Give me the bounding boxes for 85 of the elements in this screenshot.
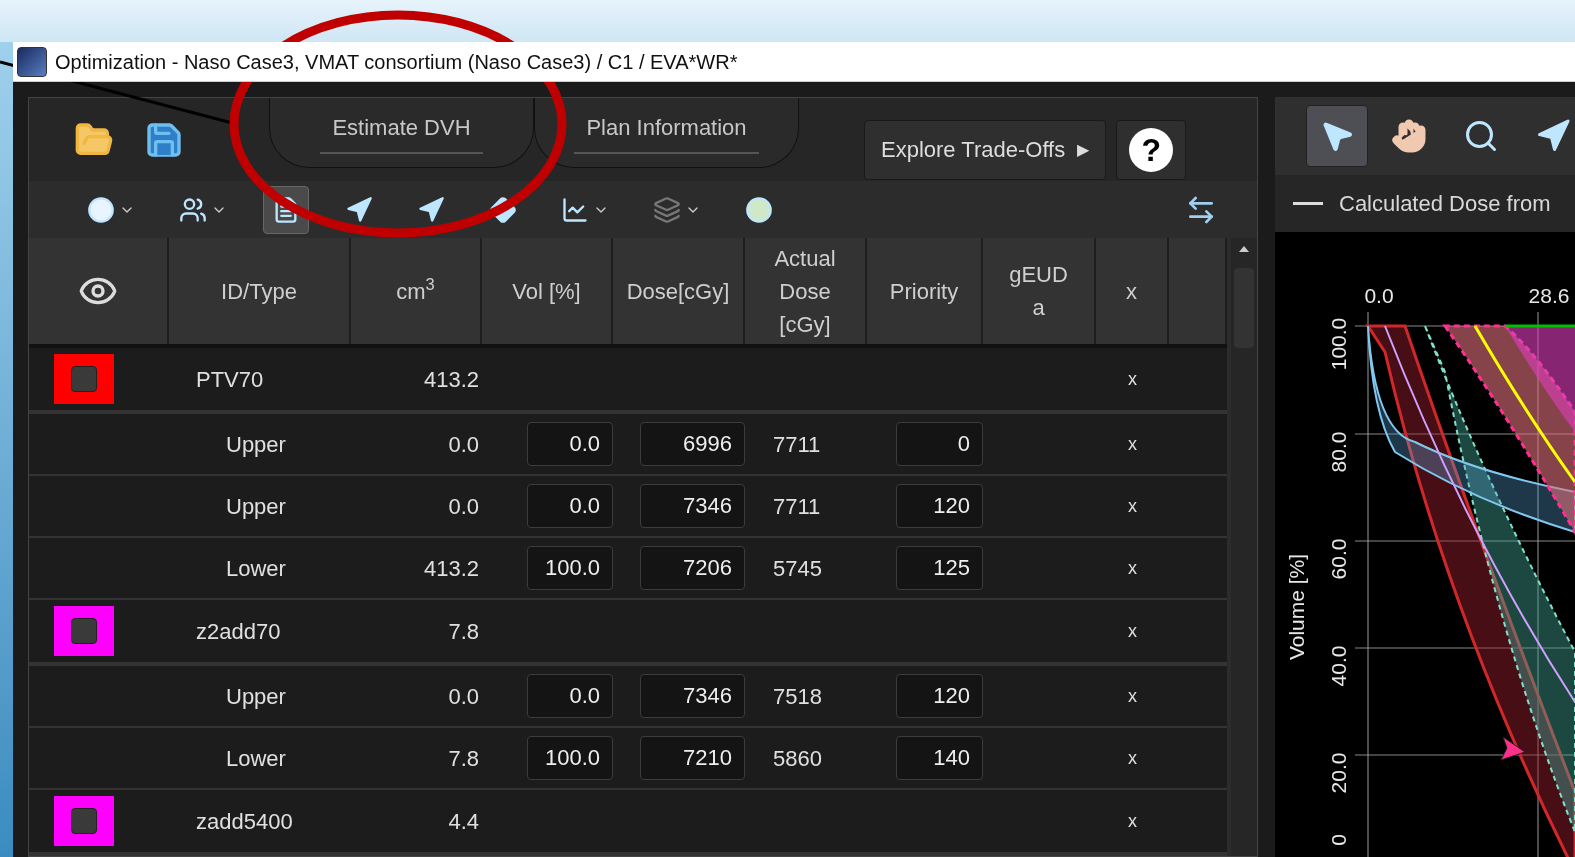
column-header: gEUD a [1009, 261, 1068, 322]
window-title: Optimization - Naso Case3, VMAT consortium (Naso Case3) / C1 / EVA*WR* [55, 49, 738, 75]
priority-field[interactable]: 120 [896, 674, 983, 718]
legend-label: Calculated Dose from [1339, 190, 1551, 218]
remove-button[interactable]: x [1128, 492, 1137, 520]
remove-button[interactable]: x [1128, 365, 1137, 393]
arrow-icon [345, 195, 373, 224]
structure-name: zadd5400 [195, 807, 294, 836]
structure-color-swatch[interactable] [54, 606, 114, 656]
actual-dose-cell-text: 5860 [772, 744, 823, 773]
dose-field[interactable]: 7346 [640, 484, 745, 528]
remove-button[interactable]: x [1128, 430, 1137, 458]
help-button[interactable]: ? [1116, 119, 1187, 180]
volume-percent-field[interactable]: 0.0 [527, 422, 613, 466]
volume-cell-text: 413.2 [422, 365, 480, 394]
dose-field[interactable]: 7206 [640, 546, 745, 590]
constraint-type: Lower [225, 554, 287, 583]
remove-button[interactable]: x [1128, 744, 1137, 772]
volume-percent-field[interactable]: 100.0 [527, 736, 613, 780]
x-tick-label: 0.0 [1364, 283, 1394, 309]
actual-dose-cell-text: 7711 [772, 492, 822, 521]
legend-line-icon [1293, 202, 1323, 205]
priority-field[interactable]: 0 [896, 422, 983, 466]
arrow-icon [1535, 118, 1571, 154]
scrollbar[interactable] [1231, 238, 1257, 856]
volume-cell-text: 0.0 [447, 492, 480, 521]
dose-field[interactable]: 6996 [640, 422, 745, 466]
column-header: Priority [889, 277, 959, 306]
constraint-type: Upper [225, 682, 287, 711]
priority-field[interactable]: 125 [896, 546, 983, 590]
blob-icon [87, 195, 115, 224]
sphere-icon [745, 195, 773, 224]
volume-cell-text: 413.2 [422, 554, 480, 583]
remove-button[interactable]: x [1128, 617, 1137, 645]
constraint-type: Upper [225, 492, 287, 521]
arrow-icon [417, 195, 445, 224]
constraint-type: Lower [225, 744, 287, 773]
column-header: cm$^{3}$ [396, 274, 435, 306]
constraint-type: Upper [225, 430, 287, 459]
structure-color-swatch[interactable] [54, 796, 114, 846]
volume-percent-field[interactable]: 0.0 [527, 674, 613, 718]
remove-button[interactable]: x [1128, 554, 1137, 582]
y-tick-label: 60.0 [1326, 538, 1352, 580]
chart-icon [561, 195, 589, 224]
search-icon [1463, 118, 1499, 154]
column-header: Vol [%] [512, 277, 581, 306]
column-header: Dose[cGy] [626, 277, 730, 306]
structure-name: PTV70 [195, 365, 265, 394]
priority-field[interactable]: 120 [896, 484, 983, 528]
priority-field[interactable]: 140 [896, 736, 983, 780]
layers-icon [653, 195, 681, 224]
app-icon [17, 46, 47, 77]
remove-button[interactable]: x [1128, 807, 1137, 835]
hand-icon [1391, 118, 1427, 154]
y-tick-label: 100.0 [1326, 317, 1352, 371]
y-tick-label: 80.0 [1326, 431, 1352, 473]
dose-field[interactable]: 7210 [640, 736, 745, 780]
y-tick-label: 20.0 [1326, 752, 1352, 794]
y-axis-label: Volume [%] [1284, 553, 1310, 661]
volume-cell-text: 4.4 [447, 807, 480, 836]
volume-cell-text: 0.0 [447, 682, 480, 711]
y-tick-label: 40.0 [1326, 645, 1352, 687]
column-header: ID/Type [221, 277, 297, 306]
volume-cell-text: 7.8 [447, 744, 480, 773]
column-header: x [1126, 277, 1137, 306]
volume-percent-field[interactable]: 100.0 [527, 546, 613, 590]
remove-button[interactable]: x [1128, 682, 1137, 710]
volume-percent-field[interactable]: 0.0 [527, 484, 613, 528]
volume-cell-text: 7.8 [447, 617, 480, 646]
tab[interactable]: Estimate DVH [269, 98, 534, 168]
structure-name: z2add70 [195, 617, 282, 646]
column-header: Actual Dose [cGy] [774, 244, 836, 339]
structure-color-swatch[interactable] [54, 354, 114, 404]
tab[interactable]: Plan Information [534, 98, 799, 168]
actual-dose-cell-text: 5745 [772, 554, 823, 583]
y-tick-label: 0 [1326, 834, 1352, 846]
dose-field[interactable]: 7346 [640, 674, 745, 718]
people-icon [179, 195, 207, 224]
actual-dose-cell-text: 7518 [772, 682, 823, 711]
diamond-icon [489, 195, 517, 224]
x-tick-label: 28.6 [1528, 283, 1570, 309]
view-tool-button[interactable] [1306, 105, 1368, 167]
volume-cell-text: 0.0 [447, 430, 480, 459]
explore-trade-offs-button[interactable]: Explore Trade-Offs ▶ [864, 119, 1107, 180]
actual-dose-cell-text: 7711 [772, 430, 822, 459]
